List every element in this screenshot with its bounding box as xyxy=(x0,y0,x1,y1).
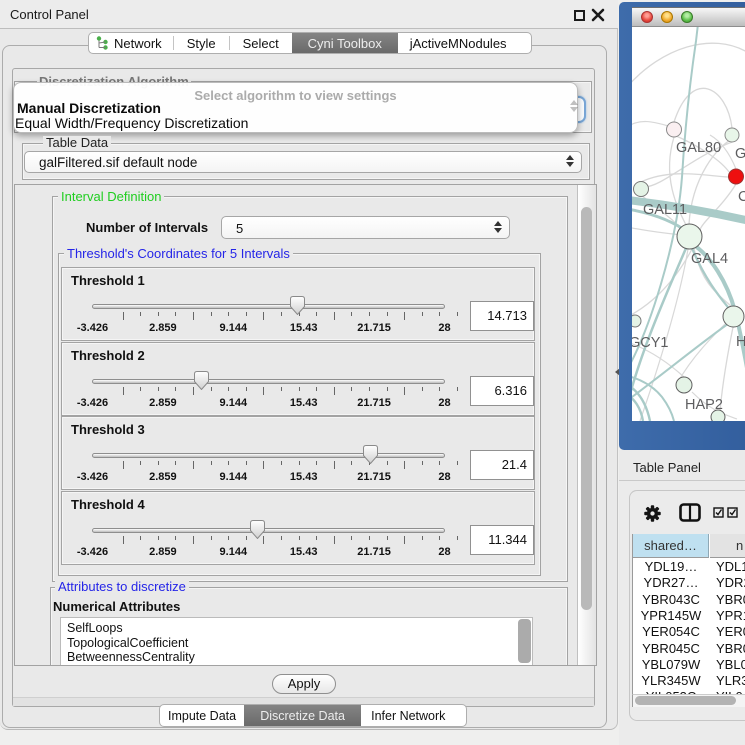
svg-text:C: C xyxy=(738,189,745,205)
svg-text:H: H xyxy=(736,334,745,350)
svg-text:GAL4: GAL4 xyxy=(691,251,728,267)
svg-text:HAP2: HAP2 xyxy=(685,397,723,413)
svg-text:GCY1: GCY1 xyxy=(632,335,669,351)
svg-text:GAL80: GAL80 xyxy=(676,140,721,156)
svg-text:GAL11: GAL11 xyxy=(643,202,687,218)
svg-text:GA: GA xyxy=(735,146,745,162)
